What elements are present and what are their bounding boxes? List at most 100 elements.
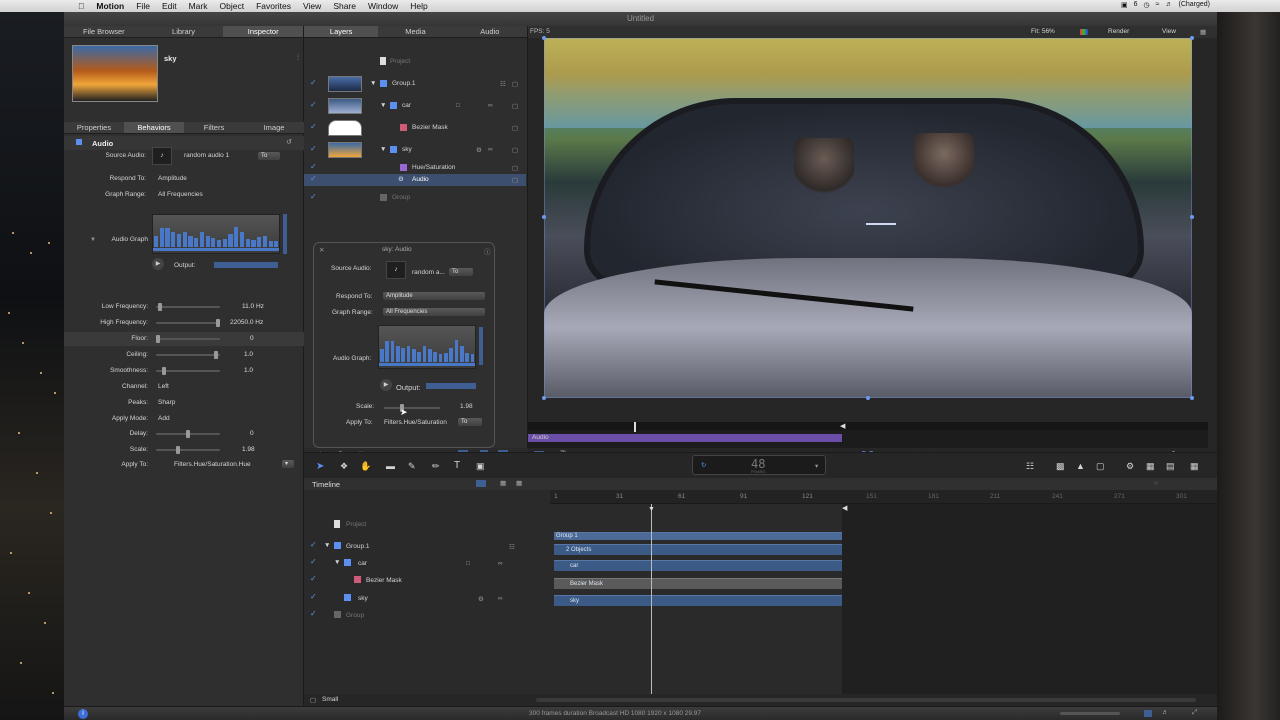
layer-row-group1[interactable]: ✓ ▼ Group.1 ☷ ▢ xyxy=(304,74,526,94)
bar-sky[interactable]: sky xyxy=(554,595,842,606)
behavior-badge-icon[interactable]: ⚙ xyxy=(476,146,482,154)
panel-grip-icon[interactable]: ⋮ xyxy=(295,54,301,61)
hud-apply-to-value[interactable]: Filters.Hue/Saturation xyxy=(384,419,447,426)
play-output-button[interactable]: ▶ xyxy=(152,258,164,270)
menu-file[interactable]: File xyxy=(136,1,150,11)
track-car[interactable]: car xyxy=(358,560,367,567)
handle-tr[interactable] xyxy=(1190,36,1194,40)
hud-info-icon[interactable]: ⓘ xyxy=(484,246,491,256)
slider-knob[interactable] xyxy=(158,303,162,311)
handle-br[interactable] xyxy=(1190,396,1194,400)
frame-display[interactable]: ↻ 48 FRAMES ▾ xyxy=(692,455,826,475)
wifi-icon[interactable]: ≈ xyxy=(1156,1,1160,9)
timeline-scrollbar[interactable] xyxy=(536,698,1196,702)
timeline-out-marker[interactable]: ◀ xyxy=(842,504,847,512)
lock-icon[interactable]: ▢ xyxy=(512,146,518,154)
floor-slider[interactable] xyxy=(156,335,220,343)
tab-audio[interactable]: Audio xyxy=(453,26,527,37)
rectangle-tool-icon[interactable]: ▬ xyxy=(386,461,395,471)
timeline-ruler[interactable]: 1 31 61 91 121 151 181 211 241 271 301 ○ xyxy=(550,480,1217,504)
hud-close-icon[interactable]: ✕ xyxy=(319,246,324,254)
low-frequency-slider[interactable] xyxy=(156,303,220,311)
layer-name[interactable]: Group xyxy=(392,194,410,201)
hud-scale-value[interactable]: 1.98 xyxy=(460,403,473,410)
tab-filters[interactable]: Filters xyxy=(184,122,244,133)
track-disclosure-icon[interactable]: ▼ xyxy=(324,542,330,549)
view-menu[interactable]: View xyxy=(1162,28,1176,35)
hud-graph-range-popup[interactable]: All Frequencies xyxy=(383,308,485,316)
low-frequency-value[interactable]: 11.0 Hz xyxy=(242,303,264,310)
lock-icon[interactable]: ▢ xyxy=(512,176,518,184)
layer-row-hue-saturation[interactable]: ✓ Hue/Saturation ▢ xyxy=(304,162,526,174)
link-icon[interactable]: ∞ xyxy=(498,595,503,602)
bounding-box[interactable] xyxy=(544,38,1192,398)
layer-name[interactable]: sky xyxy=(402,146,412,153)
slider-knob[interactable] xyxy=(214,351,218,359)
screen-icon[interactable]: ▣ xyxy=(1121,1,1128,9)
track-group1[interactable]: Group.1 xyxy=(346,543,370,550)
scale-value[interactable]: 1.98 xyxy=(242,446,255,453)
channel-popup[interactable]: Left xyxy=(158,383,169,390)
handle-bl[interactable] xyxy=(542,396,546,400)
mask-icon[interactable]: □ xyxy=(466,560,470,567)
handle-tl[interactable] xyxy=(542,36,546,40)
behavior-badge-icon[interactable]: ⚙ xyxy=(478,595,484,603)
source-audio-well[interactable]: ♪ xyxy=(152,147,172,165)
apply-mode-popup[interactable]: Add xyxy=(158,415,170,422)
check-icon[interactable]: ✓ xyxy=(310,144,317,153)
ceiling-value[interactable]: 1.0 xyxy=(244,351,253,358)
slider-knob[interactable] xyxy=(216,319,220,327)
clock-icon[interactable]: ◷ xyxy=(1144,1,1150,9)
menu-favorites[interactable]: Favorites xyxy=(256,1,291,11)
tab-behaviors[interactable]: Behaviors xyxy=(124,122,184,133)
layer-row-car[interactable]: ✓ ▼ car □ ∞ ▢ xyxy=(304,96,526,116)
bar-group1[interactable]: Group 1 xyxy=(554,532,842,540)
high-frequency-value[interactable]: 22050.0 Hz xyxy=(230,319,263,326)
menu-object[interactable]: Object xyxy=(219,1,244,11)
slider-knob[interactable] xyxy=(176,446,180,454)
fullscreen-icon[interactable]: ⤢ xyxy=(1192,709,1197,717)
timeline-grid-icon[interactable]: ▦ xyxy=(516,479,522,487)
handle-ml[interactable] xyxy=(542,215,546,219)
select-tool-icon[interactable]: ➤ xyxy=(316,461,324,472)
timeline-video-toggle-icon[interactable] xyxy=(476,480,486,487)
slider-knob[interactable] xyxy=(186,430,190,438)
delay-value[interactable]: 0 xyxy=(250,430,254,437)
hud-respond-to-popup[interactable]: Amplitude xyxy=(383,292,485,300)
check-icon[interactable]: ✓ xyxy=(310,574,317,583)
battery-status[interactable]: (Charged) xyxy=(1178,1,1210,9)
zoom-slider[interactable] xyxy=(1060,712,1120,715)
volume-icon[interactable]: ♬ xyxy=(1162,709,1169,716)
hud-title[interactable]: sky: Audio xyxy=(382,246,412,253)
sky-disclosure-icon[interactable]: ▼ xyxy=(380,146,386,153)
lock-icon[interactable]: ▢ xyxy=(512,124,518,132)
tab-file-browser[interactable]: File Browser xyxy=(64,26,144,37)
lock-icon[interactable]: ▢ xyxy=(512,102,518,110)
bar-bezier-mask[interactable]: Bezier Mask xyxy=(554,578,842,589)
respond-to-popup[interactable]: Amplitude xyxy=(158,175,187,182)
volume-icon[interactable]: ♬ xyxy=(1165,1,1172,9)
canvas-options-icon[interactable]: ☷ xyxy=(1026,461,1034,472)
layout-icon[interactable]: ▦ xyxy=(1200,28,1206,36)
timeline-playhead-handle[interactable]: ▼ xyxy=(648,506,655,513)
track-size-popup[interactable]: Small xyxy=(322,696,338,703)
layer-name[interactable]: Bezier Mask xyxy=(412,124,448,131)
layer-name[interactable]: car xyxy=(402,102,411,109)
layer-name[interactable]: Hue/Saturation xyxy=(412,164,455,171)
track-sky[interactable]: sky xyxy=(358,595,368,602)
check-icon[interactable]: ✓ xyxy=(310,540,317,549)
hud-apply-to-popup[interactable]: To xyxy=(458,418,482,426)
apple-icon[interactable]:  xyxy=(78,1,84,11)
graph-range-popup[interactable]: All Frequencies xyxy=(158,191,203,198)
lock-icon[interactable]: ▢ xyxy=(512,164,518,172)
mini-playhead[interactable] xyxy=(634,422,636,432)
hud-source-to-popup[interactable]: To xyxy=(449,268,473,276)
handle-mr[interactable] xyxy=(1190,215,1194,219)
mini-out-marker[interactable]: ◀ xyxy=(840,422,845,430)
tab-layers[interactable]: Layers xyxy=(304,26,379,37)
slider-knob[interactable] xyxy=(156,335,160,343)
check-icon[interactable]: ✓ xyxy=(310,192,317,201)
menu-help[interactable]: Help xyxy=(410,1,427,11)
hud-toggle-icon[interactable]: ▦ xyxy=(1190,461,1199,472)
check-icon[interactable]: ✓ xyxy=(310,78,317,87)
